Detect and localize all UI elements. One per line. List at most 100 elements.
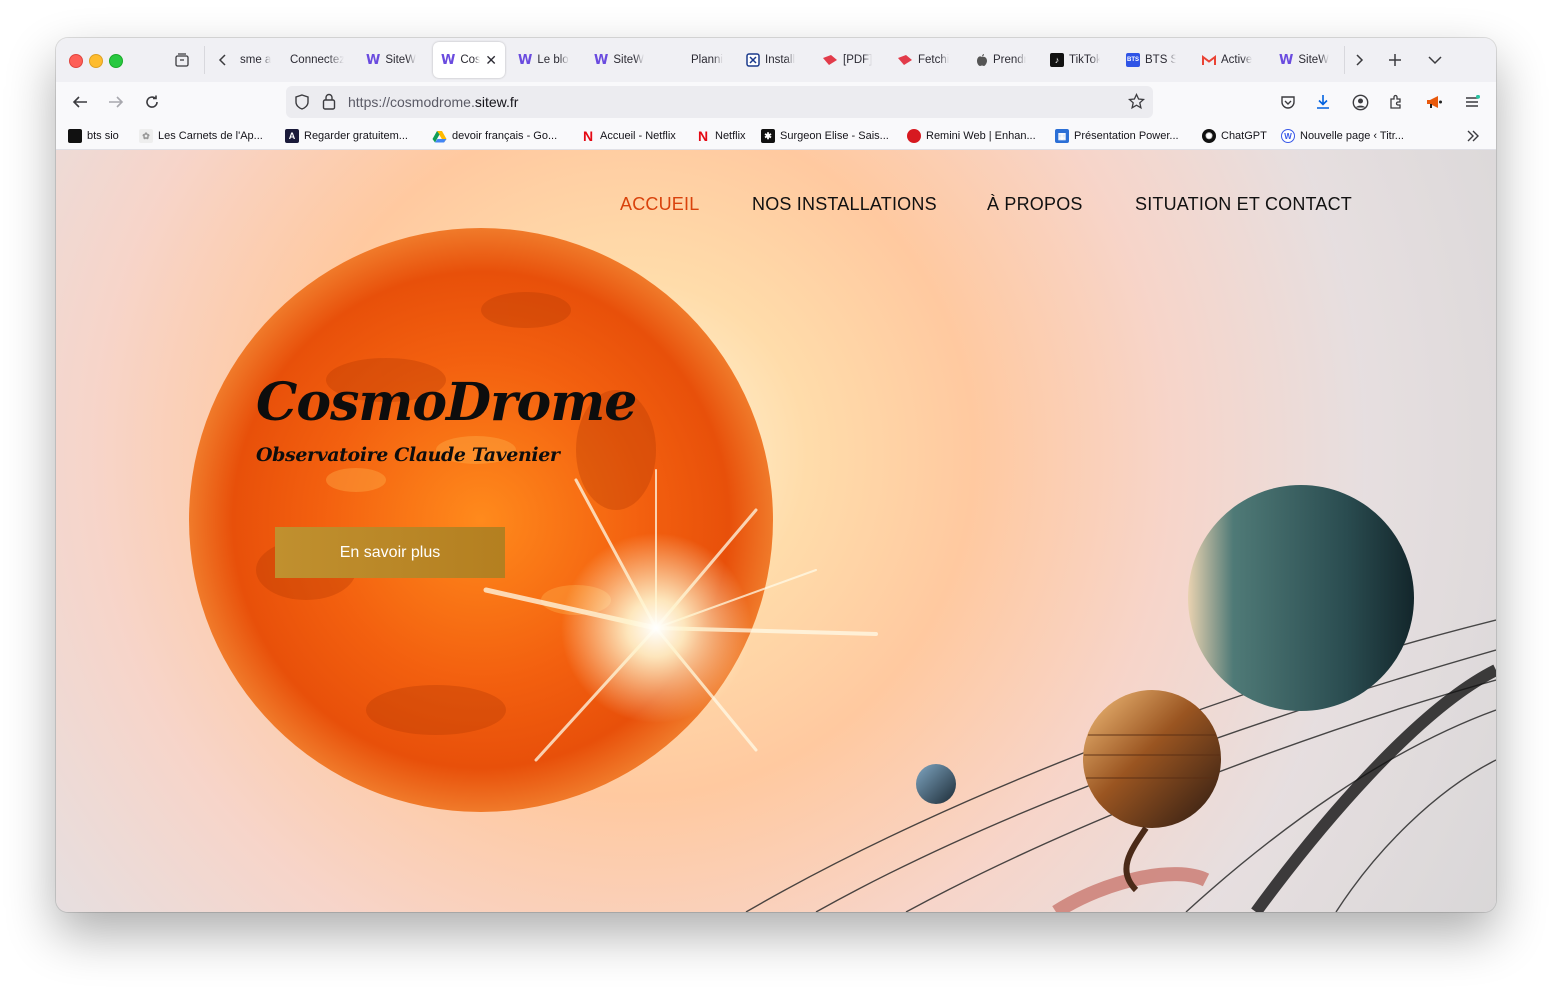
tab[interactable]: W SiteW: [1271, 42, 1343, 78]
tab[interactable]: BTS BTS S: [1118, 42, 1184, 78]
hero-subtitle: Observatoire Claude Tavenier: [256, 444, 560, 466]
tab[interactable]: W SiteW: [586, 42, 658, 78]
tab-label: Le blo: [537, 54, 569, 66]
bookmark-item[interactable]: ▦ Présentation Power...: [1055, 128, 1179, 144]
tab-label: Fetchi: [918, 54, 949, 66]
nav-situation-et-contact[interactable]: SITUATION ET CONTACT: [1135, 194, 1352, 215]
tab-groups-icon[interactable]: [169, 48, 195, 72]
netflix-icon: N: [582, 128, 594, 144]
sitew-icon: W: [518, 52, 533, 68]
sitew-icon: W: [1279, 52, 1294, 68]
tab[interactable]: W Le blo: [510, 42, 580, 78]
more-bookmarks-icon[interactable]: [1466, 128, 1480, 144]
tab[interactable]: ♪ TikTok: [1042, 42, 1108, 78]
tab[interactable]: Install: [738, 42, 806, 78]
nav-a-propos[interactable]: À PROPOS: [987, 194, 1083, 215]
tab-label: SiteW: [385, 54, 417, 66]
bookmark-item[interactable]: W Nouvelle page ‹ Titr...: [1281, 128, 1404, 144]
divider: [204, 46, 205, 74]
extensions-icon[interactable]: [1384, 90, 1408, 114]
url-bar[interactable]: https://cosmodrome.sitew.fr: [286, 86, 1153, 118]
tab[interactable]: Fetchi: [889, 42, 957, 78]
small-planet: [916, 764, 956, 804]
lock-icon[interactable]: [322, 93, 336, 115]
tab[interactable]: sme a: [232, 42, 280, 78]
list-all-tabs-icon[interactable]: [1422, 48, 1448, 72]
tab[interactable]: Connectez: [282, 42, 352, 78]
tab-label: Active: [1221, 54, 1252, 66]
en-savoir-plus-button[interactable]: En savoir plus: [275, 527, 505, 578]
shield-icon[interactable]: [294, 94, 310, 115]
netflix-icon: N: [697, 128, 709, 144]
bookmark-item[interactable]: devoir français - Go...: [432, 128, 557, 144]
tab[interactable]: [PDF]: [814, 42, 882, 78]
nav-nos-installations[interactable]: NOS INSTALLATIONS: [752, 194, 937, 215]
downloads-icon[interactable]: [1311, 90, 1335, 114]
google-drive-icon: [432, 130, 447, 143]
bookmark-item[interactable]: N Netflix: [696, 128, 746, 144]
bookmark-label: Netflix: [715, 130, 746, 142]
presentation-favicon-icon: ▦: [1055, 129, 1069, 143]
pdf-icon: [822, 54, 838, 66]
wordpress-icon: W: [1281, 129, 1295, 143]
divider: [1344, 46, 1345, 74]
tab[interactable]: Active: [1194, 42, 1260, 78]
remini-favicon-icon: [907, 129, 921, 143]
large-planet: [1188, 485, 1414, 711]
tab-label: Prendr: [993, 54, 1026, 66]
tab-label: SiteW: [613, 54, 645, 66]
apple-icon: [976, 53, 988, 67]
bookmark-label: Nouvelle page ‹ Titr...: [1300, 130, 1404, 142]
bookmark-item[interactable]: ✺ ChatGPT: [1202, 128, 1267, 144]
forward-icon[interactable]: [102, 90, 130, 114]
bookmark-item[interactable]: ✱ Surgeon Elise - Sais...: [761, 128, 889, 144]
carnets-favicon-icon: ✿: [139, 129, 153, 143]
tab-active[interactable]: W Cos ✕: [433, 42, 505, 78]
tab-label: [PDF]: [843, 54, 873, 66]
nav-accueil[interactable]: ACCUEIL: [620, 194, 699, 215]
bookmark-label: Accueil - Netflix: [600, 130, 676, 142]
bookmarks-toolbar: bts sio ✿ Les Carnets de l'Ap... A Regar…: [56, 122, 1496, 150]
new-tab-icon[interactable]: [1382, 48, 1408, 72]
tab-label: Connectez: [290, 54, 344, 66]
minimize-window-button[interactable]: [89, 54, 103, 68]
back-icon[interactable]: [66, 90, 94, 114]
bookmark-item[interactable]: ✿ Les Carnets de l'Ap...: [139, 128, 263, 144]
bookmark-item[interactable]: Remini Web | Enhan...: [907, 128, 1036, 144]
tab-label: SiteW: [1298, 54, 1330, 66]
sitew-icon: W: [441, 52, 456, 68]
bookmark-label: Présentation Power...: [1074, 130, 1179, 142]
pocket-icon[interactable]: [1276, 90, 1300, 114]
tab[interactable]: W SiteW: [358, 42, 430, 78]
gmail-icon: [1202, 54, 1216, 66]
bookmark-item[interactable]: N Accueil - Netflix: [581, 128, 676, 144]
url-text[interactable]: https://cosmodrome.sitew.fr: [348, 94, 518, 110]
bookmark-item[interactable]: A Regarder gratuitem...: [285, 128, 408, 144]
bookmark-label: Remini Web | Enhan...: [926, 130, 1036, 142]
bookmark-label: Regarder gratuitem...: [304, 130, 408, 142]
account-icon[interactable]: [1348, 90, 1372, 114]
medium-planet: [1083, 690, 1221, 828]
close-tab-icon[interactable]: ✕: [485, 52, 497, 69]
pdf-icon: [897, 54, 913, 66]
tiktok-icon: ♪: [1050, 53, 1064, 67]
bookmark-label: ChatGPT: [1221, 130, 1267, 142]
bookmark-item[interactable]: bts sio: [68, 128, 119, 144]
url-prefix: https://cosmodrome.: [348, 94, 475, 110]
menu-icon[interactable]: [1460, 90, 1484, 114]
tab-label: Cos: [460, 54, 481, 66]
chatgpt-icon: ✺: [1202, 129, 1216, 143]
tab[interactable]: Planni: [683, 42, 733, 78]
megaphone-icon[interactable]: [1422, 90, 1446, 114]
sitew-icon: W: [594, 52, 609, 68]
bts-icon: BTS: [1126, 53, 1140, 67]
reload-icon[interactable]: [138, 90, 166, 114]
tab-label: Planni: [691, 54, 723, 66]
bookmark-star-icon[interactable]: [1127, 92, 1146, 115]
tab[interactable]: Prendr: [968, 42, 1034, 78]
zoom-window-button[interactable]: [109, 54, 123, 68]
close-window-button[interactable]: [69, 54, 83, 68]
scroll-tabs-right-icon[interactable]: [1346, 48, 1372, 72]
space-background-image: [189, 228, 1496, 912]
url-host: sitew.fr: [474, 94, 519, 110]
